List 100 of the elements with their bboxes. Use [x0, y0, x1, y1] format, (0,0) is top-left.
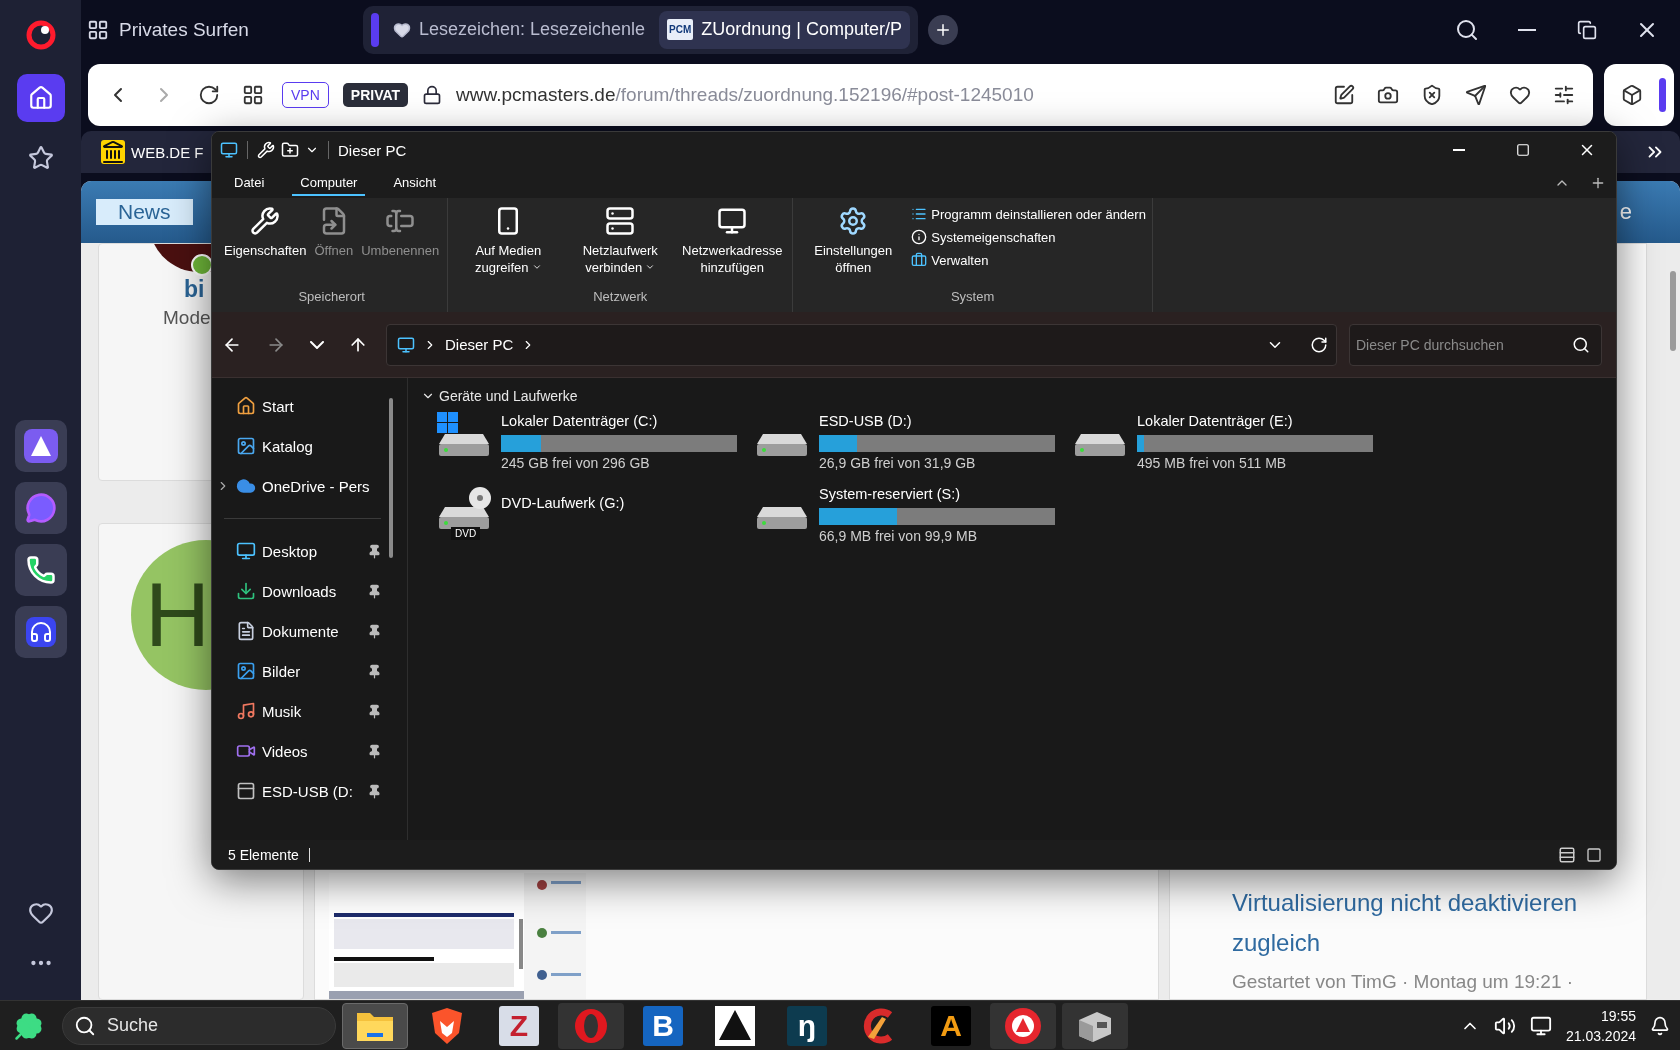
ribbon-button[interactable]: Einstellungen öffnen	[799, 204, 908, 284]
nav-item[interactable]: Musik	[212, 691, 382, 731]
chat-icon	[24, 492, 57, 524]
plus-icon[interactable]	[1590, 175, 1606, 191]
nav-item[interactable]: Katalog	[212, 426, 382, 466]
server-icon	[605, 206, 636, 236]
nav-item[interactable]: Dokumente	[212, 611, 382, 651]
hard-drive-icon	[755, 433, 809, 457]
drive-item[interactable]: System-reserviert (S:) 66,9 MB frei von 99,9 MB	[755, 485, 1073, 558]
home-button[interactable]	[16, 74, 65, 122]
url-field[interactable]: www.pcmasters.de/forum/threads/zuordnung.152196/#post-1245010	[456, 84, 1034, 106]
ribbon-button[interactable]: Auf Medien zugreifen	[454, 204, 563, 284]
home-icon	[27, 85, 54, 111]
caret-icon	[531, 262, 542, 272]
address-field[interactable]: Dieser PC	[386, 323, 1337, 366]
drive-item[interactable]: Lokaler Datenträger (E:) 495 MB frei von 511 MB	[1073, 412, 1391, 485]
wrench-icon[interactable]	[257, 141, 275, 159]
refresh-icon[interactable]	[1310, 335, 1328, 354]
o-logo[interactable]	[25, 20, 56, 50]
taskbar-app[interactable]: ŋ	[774, 1002, 840, 1049]
favicon: PCM	[667, 19, 694, 40]
scrollbar[interactable]	[1670, 271, 1676, 351]
grid-icon	[242, 84, 264, 106]
group-label: Speicherort	[297, 288, 366, 306]
tiles-view-icon[interactable]	[1586, 846, 1602, 863]
app-tile[interactable]	[14, 606, 67, 658]
image-icon	[236, 436, 256, 456]
bookmark[interactable]: WEB.DE F	[101, 140, 204, 164]
thread-link[interactable]: Virtualisierung nicht deaktivieren zugleich	[1232, 883, 1652, 963]
heart-icon	[392, 20, 411, 39]
search-field[interactable]: Suche	[62, 1006, 336, 1045]
breadcrumb[interactable]: Dieser PC	[445, 336, 514, 353]
drive-item[interactable]: Lokaler Datenträger (C:) 245 GB frei von 296 GB	[437, 412, 755, 485]
nav-item[interactable]: Downloads	[212, 571, 382, 611]
drive-item[interactable]: DVD DVD-Laufwerk (G:)	[437, 485, 755, 558]
lock-icon	[422, 85, 443, 105]
send-icon	[1465, 84, 1487, 106]
taskbar-app[interactable]	[342, 1002, 408, 1049]
nav-item[interactable]: Bilder	[212, 651, 382, 691]
maximize-icon	[1516, 143, 1530, 157]
browser-tab[interactable]: PCM ZUordnung | Computer/P	[659, 10, 911, 49]
nav-item[interactable]: Start	[212, 386, 382, 426]
ring-icon	[573, 1006, 609, 1045]
notification-icon[interactable]	[1650, 1015, 1670, 1036]
new-tab-button[interactable]	[928, 14, 959, 45]
search-field[interactable]: Dieser PC durchsuchen	[1349, 323, 1602, 366]
star-icon	[27, 145, 54, 171]
taskbar-app[interactable]: B	[630, 1002, 696, 1049]
taskbar-app[interactable]: A	[918, 1002, 984, 1049]
download-icon	[236, 581, 256, 601]
scrollbar[interactable]	[389, 398, 393, 558]
app-logo: A	[931, 1005, 971, 1046]
sliders-icon	[1553, 84, 1575, 106]
ribbon-link[interactable]: Programm deinstallieren oder ändern	[911, 204, 1146, 224]
details-view-icon[interactable]	[1558, 845, 1576, 864]
group-label: Netzwerk	[592, 288, 649, 306]
private-badge[interactable]: PRIVAT	[342, 83, 409, 107]
avatar-letter: H	[145, 570, 210, 660]
taskbar-app[interactable]	[1062, 1002, 1128, 1049]
monitor-icon	[236, 541, 256, 561]
nav-item[interactable]: Videos	[212, 731, 382, 771]
app-logo: Z	[499, 1005, 539, 1046]
nav-item[interactable]: Desktop	[212, 531, 382, 571]
heart-icon	[1509, 84, 1531, 106]
reload-icon	[198, 84, 220, 106]
private-label: Privates Surfen	[119, 18, 249, 41]
ribbon-link[interactable]: Verwalten	[911, 250, 1146, 270]
info-icon	[911, 229, 928, 245]
nav-item[interactable]: ESD-USB (D:	[212, 771, 382, 811]
user-name[interactable]: bi	[184, 276, 205, 303]
heart-icon[interactable]	[27, 900, 54, 926]
phone-icon	[25, 555, 56, 585]
ribbon-button[interactable]: Netzlaufwerk verbinden	[566, 204, 675, 284]
settings-icon	[838, 206, 869, 236]
app-tile[interactable]	[14, 544, 67, 596]
drive-item[interactable]: ESD-USB (D:) 26,9 GB frei von 31,9 GB	[755, 412, 1073, 485]
briefcase-icon	[911, 252, 928, 268]
section-header[interactable]: Geräte und Laufwerke	[421, 388, 578, 404]
new-folder-icon[interactable]	[281, 141, 299, 159]
ribbon-button[interactable]: Netzwerkadresse hinzufügen	[678, 204, 787, 284]
nav-item[interactable]: OneDrive - Pers	[212, 466, 382, 506]
browser-tab[interactable]: Lesezeichen: Lesezeichenle	[384, 10, 654, 49]
clock[interactable]: 19:55 21.03.2024	[1565, 1007, 1636, 1044]
taskbar-app[interactable]	[990, 1002, 1056, 1049]
menu-tab[interactable]: Datei	[226, 170, 273, 196]
app-tile[interactable]	[14, 482, 67, 534]
ribbon-link[interactable]: Systemeigenschaften	[911, 227, 1146, 247]
menu-tab[interactable]: Ansicht	[385, 170, 445, 196]
minimize-icon	[1518, 28, 1536, 31]
user-role: Mode	[163, 307, 211, 329]
vpn-badge[interactable]: VPN	[282, 82, 329, 108]
menu-tab[interactable]: Computer	[292, 170, 366, 196]
search-icon	[1572, 335, 1590, 354]
network-icon[interactable]	[1529, 1014, 1552, 1037]
chevron-down-icon	[310, 340, 324, 349]
taskbar-app[interactable]: Z	[486, 1002, 552, 1049]
hard-drive-icon	[1073, 433, 1127, 457]
app-tile[interactable]	[14, 420, 67, 472]
news-tab[interactable]: News	[96, 199, 193, 225]
ribbon-button[interactable]: Eigenschaften	[222, 204, 309, 284]
